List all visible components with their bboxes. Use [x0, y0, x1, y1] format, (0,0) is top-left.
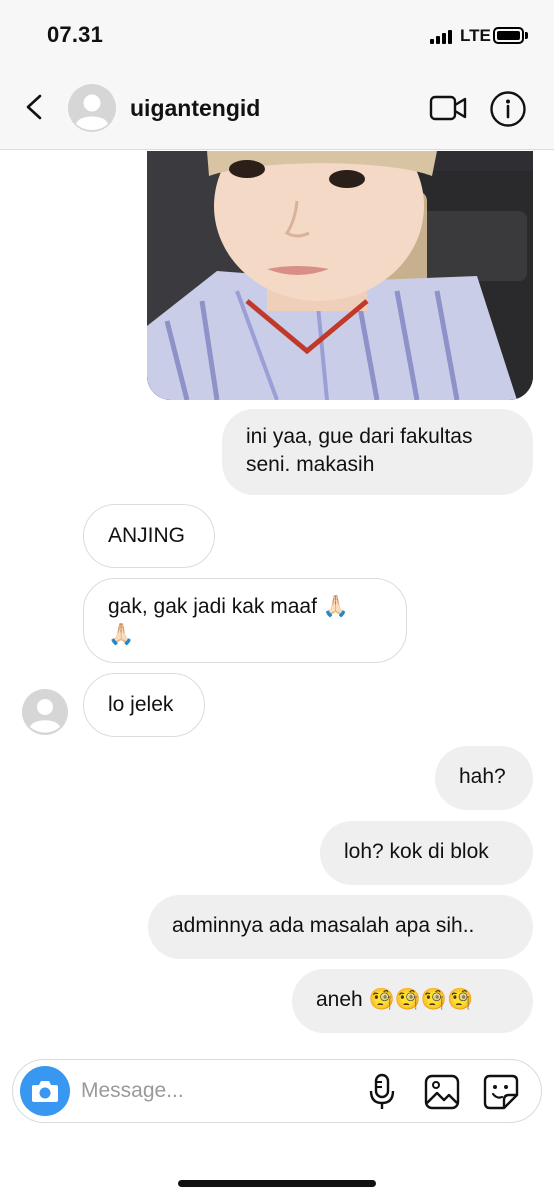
back-chevron-icon[interactable]: [18, 90, 52, 124]
microphone-icon[interactable]: [368, 1073, 396, 1111]
network-type: LTE: [460, 26, 491, 45]
incoming-message[interactable]: ANJING: [83, 504, 215, 568]
status-time: 07.31: [47, 22, 104, 47]
outgoing-message[interactable]: hah?: [435, 746, 533, 810]
incoming-message[interactable]: gak, gak jadi kak maaf 🙏🏻 🙏🏻: [83, 578, 407, 663]
avatar[interactable]: [22, 689, 68, 735]
camera-icon[interactable]: [20, 1066, 70, 1116]
outgoing-message[interactable]: loh? kok di blok: [320, 821, 533, 885]
gallery-icon[interactable]: [423, 1073, 461, 1111]
battery-icon: [493, 27, 524, 44]
incoming-message[interactable]: lo jelek: [83, 673, 205, 737]
photo-message[interactable]: [147, 151, 533, 400]
chat-header: uigantengid: [0, 70, 554, 150]
sticker-icon[interactable]: [482, 1073, 520, 1111]
chat-username[interactable]: uigantengid: [130, 95, 260, 122]
video-call-icon[interactable]: [428, 91, 468, 125]
message-thread[interactable]: ini yaa, gue dari fakultas seni. makasih…: [0, 151, 554, 1051]
message-composer: [12, 1059, 542, 1123]
status-bar: 07.31 LTE: [0, 0, 554, 70]
outgoing-message[interactable]: ini yaa, gue dari fakultas seni. makasih: [222, 409, 533, 495]
avatar[interactable]: [68, 84, 116, 132]
outgoing-message[interactable]: adminnya ada masalah apa sih..: [148, 895, 533, 959]
outgoing-message[interactable]: aneh 🧐🧐🧐🧐: [292, 969, 533, 1033]
message-input[interactable]: [81, 1074, 351, 1108]
signal-strength-icon: [430, 30, 456, 44]
home-indicator: [178, 1180, 376, 1187]
battery-cap: [525, 32, 528, 39]
info-icon[interactable]: [489, 90, 527, 128]
